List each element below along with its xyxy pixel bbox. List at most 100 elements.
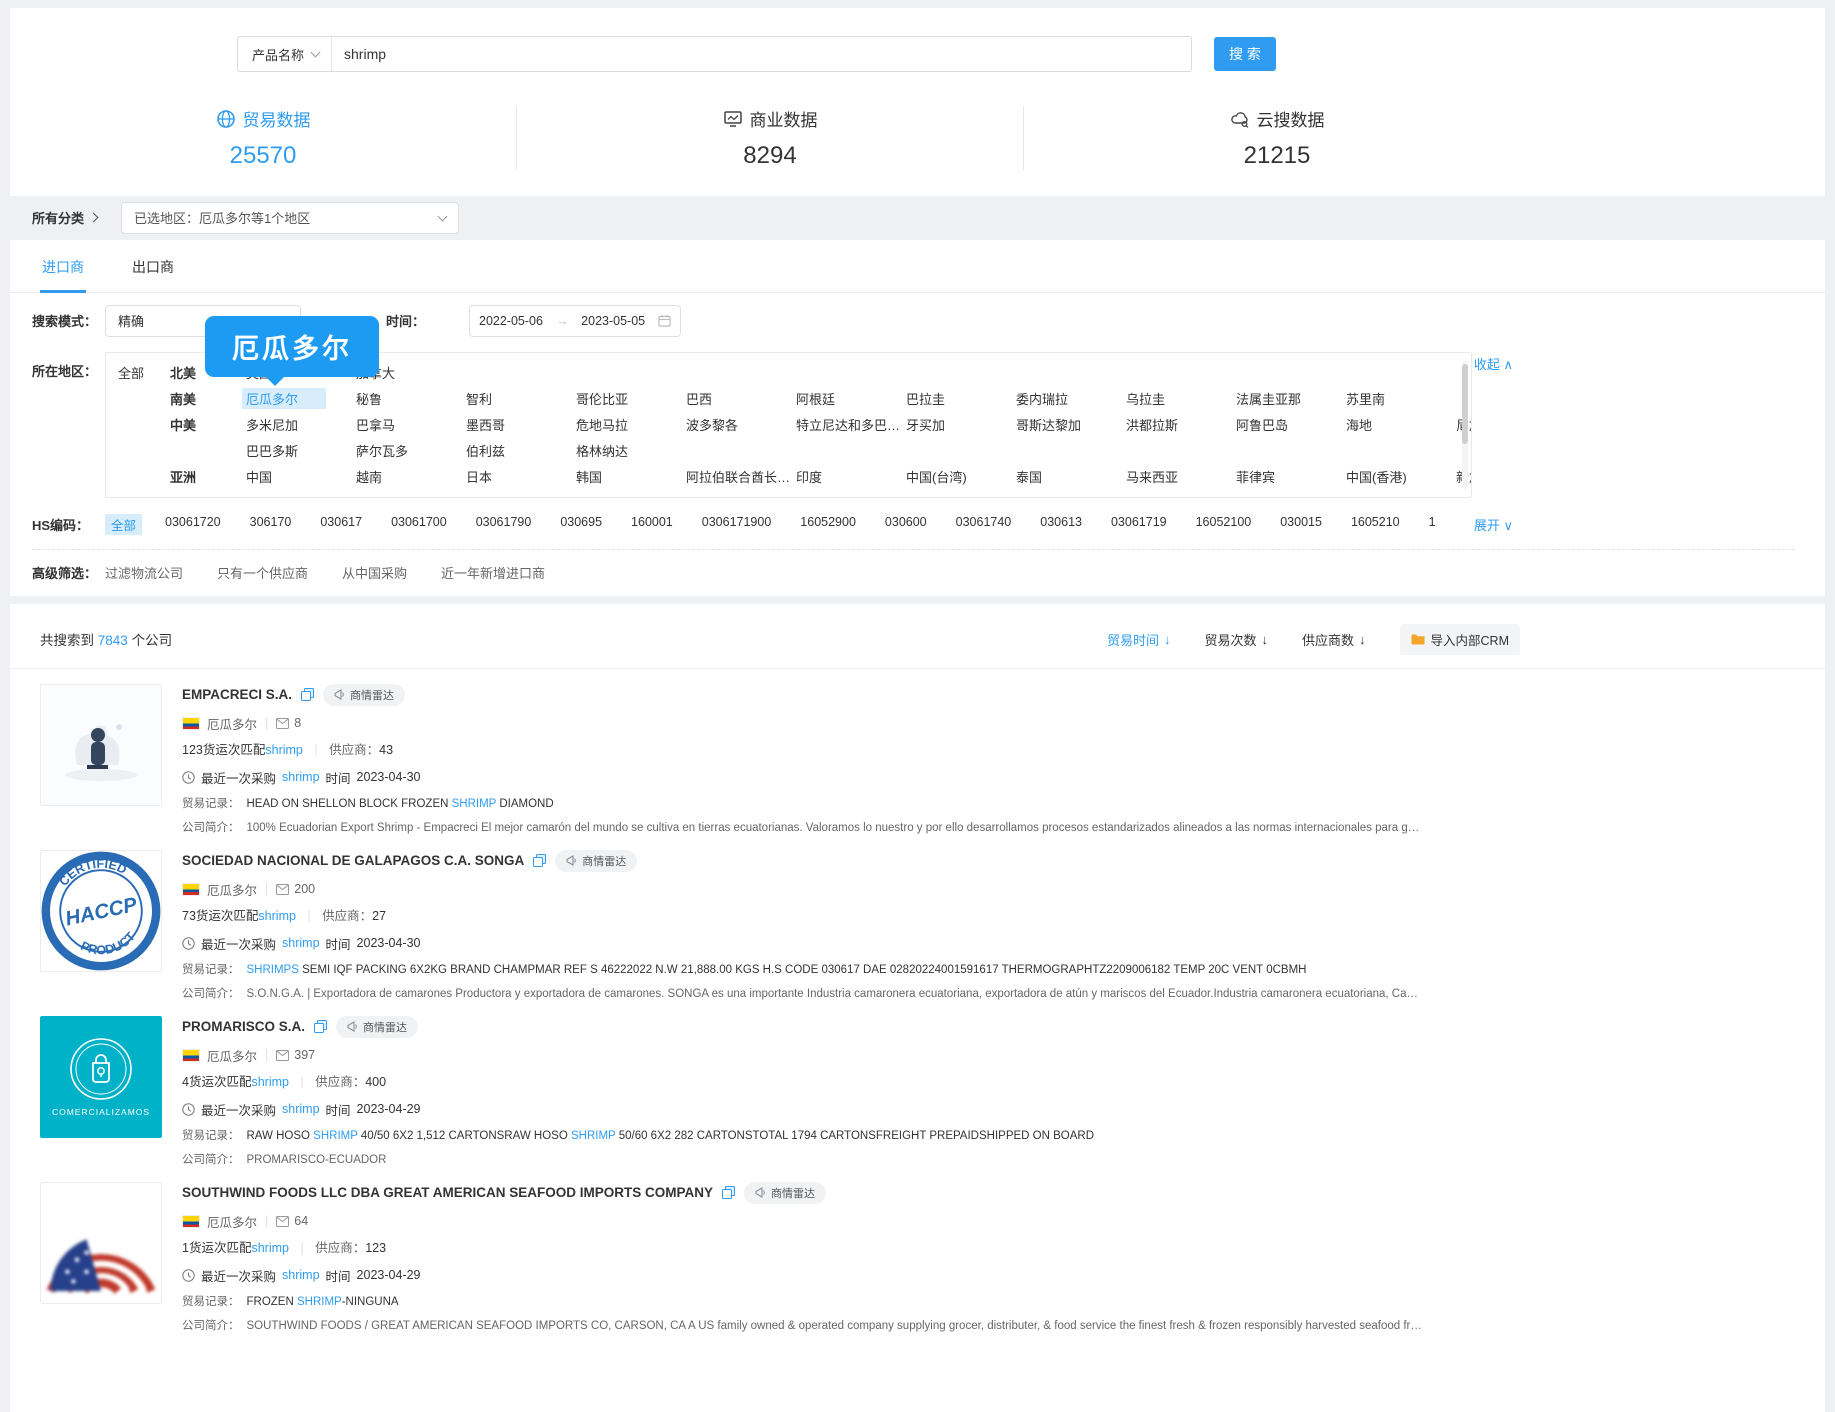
region-item[interactable]: 越南 bbox=[352, 466, 436, 487]
region-item[interactable]: 哥伦比亚 bbox=[572, 388, 656, 409]
region-item[interactable]: 泰国 bbox=[1012, 466, 1096, 487]
region-item[interactable]: 格林纳达 bbox=[572, 440, 656, 461]
region-item[interactable]: 印度 bbox=[792, 466, 876, 487]
copy-icon[interactable] bbox=[314, 1020, 327, 1033]
keyword-link[interactable]: shrimp bbox=[251, 1075, 289, 1089]
stat-business-data[interactable]: 商业数据 8294 bbox=[516, 106, 1023, 170]
sort-trade-time[interactable]: 贸易时间↓ bbox=[1107, 630, 1171, 649]
region-item[interactable]: 苏里南 bbox=[1342, 388, 1426, 409]
region-item[interactable]: 日本 bbox=[462, 466, 546, 487]
region-item[interactable]: 牙买加 bbox=[902, 414, 986, 435]
sort-supplier-count[interactable]: 供应商数↓ bbox=[1302, 630, 1366, 649]
advanced-filter-item[interactable]: 只有一个供应商 bbox=[217, 563, 308, 582]
region-item[interactable]: 乌拉圭 bbox=[1122, 388, 1206, 409]
keyword-link[interactable]: shrimp bbox=[282, 1102, 320, 1116]
date-from[interactable]: 2022-05-06 bbox=[479, 314, 543, 328]
all-categories-label[interactable]: 所有分类 bbox=[32, 208, 84, 227]
keyword-link[interactable]: shrimp bbox=[251, 1241, 289, 1255]
copy-icon[interactable] bbox=[722, 1186, 735, 1199]
region-item[interactable]: 阿拉伯联合酋长… bbox=[682, 466, 766, 487]
hs-code-item[interactable]: 全部 bbox=[105, 514, 142, 535]
company-name[interactable]: PROMARISCO S.A. bbox=[182, 1019, 305, 1034]
expand-link[interactable]: 展开 ∨ bbox=[1474, 515, 1513, 534]
region-item[interactable]: 萨尔瓦多 bbox=[352, 440, 436, 461]
company-name[interactable]: SOCIEDAD NACIONAL DE GALAPAGOS C.A. SONG… bbox=[182, 853, 524, 868]
region-item[interactable]: 伯利兹 bbox=[462, 440, 546, 461]
region-item[interactable]: 中国(台湾) bbox=[902, 466, 986, 487]
hs-code-item[interactable]: 1605210 bbox=[1345, 514, 1406, 535]
search-button[interactable]: 搜 索 bbox=[1214, 37, 1276, 71]
company-logo[interactable] bbox=[40, 684, 162, 806]
advanced-filter-item[interactable]: 过滤物流公司 bbox=[105, 563, 183, 582]
keyword-link[interactable]: shrimp bbox=[258, 909, 296, 923]
region-item[interactable]: 巴西 bbox=[682, 388, 766, 409]
region-item[interactable]: 巴巴多斯 bbox=[242, 440, 326, 461]
keyword-link[interactable]: shrimp bbox=[282, 936, 320, 950]
hs-code-item[interactable]: 030600 bbox=[879, 514, 933, 535]
search-input[interactable] bbox=[332, 46, 1191, 62]
hs-code-item[interactable]: 03061720 bbox=[159, 514, 227, 535]
advanced-filter-item[interactable]: 近一年新增进口商 bbox=[441, 563, 545, 582]
company-logo[interactable]: CERTIFIED PRODUCT HACCP bbox=[40, 850, 162, 972]
sort-trade-count[interactable]: 贸易次数↓ bbox=[1205, 630, 1269, 649]
hs-code-item[interactable]: 160521 bbox=[1423, 514, 1435, 535]
hs-code-item[interactable]: 030695 bbox=[554, 514, 608, 535]
hs-code-item[interactable]: 16052900 bbox=[794, 514, 862, 535]
date-to[interactable]: 2023-05-05 bbox=[581, 314, 645, 328]
region-item[interactable]: 法属圭亚那 bbox=[1232, 388, 1316, 409]
business-radar-badge[interactable]: 商情雷达 bbox=[323, 684, 405, 706]
keyword-link[interactable]: shrimp bbox=[282, 770, 320, 784]
stat-cloud-search-data[interactable]: 云搜数据 21215 bbox=[1023, 106, 1530, 170]
region-item[interactable]: 巴拉圭 bbox=[902, 388, 986, 409]
region-item[interactable]: 厄瓜多尔 bbox=[242, 388, 326, 409]
company-logo[interactable] bbox=[40, 1182, 162, 1304]
advanced-filter-item[interactable]: 从中国采购 bbox=[342, 563, 407, 582]
region-item[interactable]: 中国 bbox=[242, 466, 326, 487]
selected-region-dropdown[interactable]: 已选地区：厄瓜多尔等1个地区 bbox=[121, 202, 459, 234]
company-name[interactable]: EMPACRECI S.A. bbox=[182, 687, 292, 702]
hs-code-item[interactable]: 0306171900 bbox=[696, 514, 778, 535]
region-item[interactable]: 委内瑞拉 bbox=[1012, 388, 1096, 409]
region-item[interactable]: 波多黎各 bbox=[682, 414, 766, 435]
business-radar-badge[interactable]: 商情雷达 bbox=[744, 1182, 826, 1204]
scrollbar-thumb[interactable] bbox=[1462, 364, 1468, 444]
hs-code-item[interactable]: 03061700 bbox=[385, 514, 453, 535]
region-item[interactable]: 阿根廷 bbox=[792, 388, 876, 409]
record-keyword[interactable]: SHRIMP bbox=[297, 1296, 342, 1308]
region-item[interactable]: 特立尼达和多巴… bbox=[792, 414, 876, 435]
search-category-select[interactable]: 产品名称 bbox=[238, 37, 332, 71]
stat-trade-data[interactable]: 贸易数据 25570 bbox=[10, 106, 516, 170]
region-item[interactable]: 海地 bbox=[1342, 414, 1426, 435]
business-radar-badge[interactable]: 商情雷达 bbox=[555, 850, 637, 872]
record-keyword[interactable]: SHRIMP bbox=[571, 1130, 616, 1142]
region-item[interactable]: 韩国 bbox=[572, 466, 656, 487]
hs-code-item[interactable]: 030617 bbox=[314, 514, 368, 535]
region-all[interactable]: 全部 bbox=[118, 363, 170, 382]
import-crm-button[interactable]: 导入内部CRM bbox=[1400, 624, 1520, 655]
region-item[interactable]: 菲律宾 bbox=[1232, 466, 1316, 487]
hs-code-item[interactable]: 160001 bbox=[625, 514, 679, 535]
region-item[interactable]: 马来西亚 bbox=[1122, 466, 1206, 487]
hs-code-item[interactable]: 03061740 bbox=[950, 514, 1018, 535]
copy-icon[interactable] bbox=[301, 688, 314, 701]
region-item[interactable]: 墨西哥 bbox=[462, 414, 546, 435]
hs-code-item[interactable]: 03061790 bbox=[470, 514, 538, 535]
keyword-link[interactable]: shrimp bbox=[265, 743, 303, 757]
hs-code-item[interactable]: 030015 bbox=[1274, 514, 1328, 535]
hs-code-item[interactable]: 16052100 bbox=[1190, 514, 1258, 535]
region-item[interactable]: 巴拿马 bbox=[352, 414, 436, 435]
region-item[interactable]: 阿鲁巴岛 bbox=[1232, 414, 1316, 435]
record-keyword[interactable]: SHRIMPS bbox=[247, 964, 299, 976]
region-item[interactable]: 洪都拉斯 bbox=[1122, 414, 1206, 435]
business-radar-badge[interactable]: 商情雷达 bbox=[336, 1016, 418, 1038]
region-item[interactable]: 哥斯达黎加 bbox=[1012, 414, 1096, 435]
copy-icon[interactable] bbox=[533, 854, 546, 867]
region-item[interactable]: 秘鲁 bbox=[352, 388, 436, 409]
hs-code-item[interactable]: 03061719 bbox=[1105, 514, 1173, 535]
region-item[interactable]: 中国(香港) bbox=[1342, 466, 1426, 487]
record-keyword[interactable]: SHRIMP bbox=[452, 798, 497, 810]
hs-code-item[interactable]: 306170 bbox=[244, 514, 298, 535]
collapse-link[interactable]: 收起 ∧ bbox=[1474, 354, 1513, 373]
region-item[interactable]: 危地马拉 bbox=[572, 414, 656, 435]
record-keyword[interactable]: SHRIMP bbox=[313, 1130, 358, 1142]
